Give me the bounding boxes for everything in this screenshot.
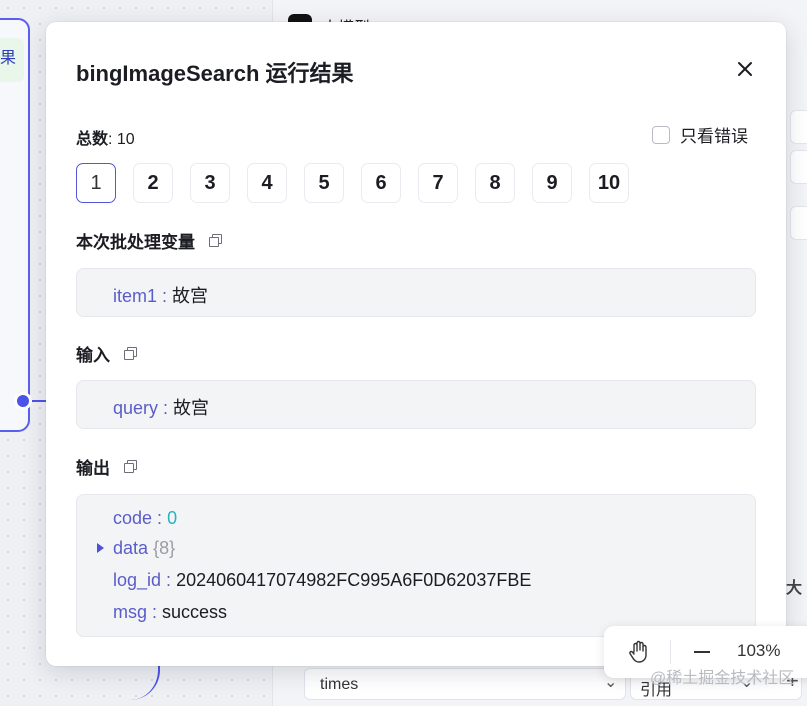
page-button-6[interactable]: 6 bbox=[361, 163, 401, 203]
kv-value: 故宫 bbox=[172, 286, 209, 306]
kv-key: item1 bbox=[113, 286, 158, 306]
output-data-row[interactable]: data {8} bbox=[113, 538, 175, 559]
page-button-1[interactable]: 1 bbox=[76, 163, 116, 203]
kv-row: item1 : 故宫 bbox=[113, 286, 209, 306]
errors-only-checkbox[interactable] bbox=[652, 125, 670, 144]
background-field bbox=[790, 206, 807, 240]
node-title-fragment: 果 bbox=[0, 50, 17, 67]
hand-pan-icon[interactable] bbox=[628, 640, 650, 664]
batch-vars-label: 本次批处理变量 bbox=[76, 233, 195, 252]
divider bbox=[670, 640, 671, 664]
close-button[interactable] bbox=[732, 56, 758, 82]
page-button-7[interactable]: 7 bbox=[418, 163, 458, 203]
kv-row: query : 故宫 bbox=[113, 398, 210, 418]
connector-line bbox=[32, 400, 46, 402]
run-result-dialog: bingImageSearch 运行结果 总数: 10 只看错误 1 2 3 4… bbox=[46, 22, 786, 666]
total-count: 总数: 10 bbox=[76, 125, 135, 149]
page-button-2[interactable]: 2 bbox=[133, 163, 173, 203]
background-field bbox=[790, 150, 807, 184]
page-button-8[interactable]: 8 bbox=[475, 163, 515, 203]
batch-pager: 1 2 3 4 5 6 7 8 9 10 bbox=[76, 163, 629, 203]
node-port[interactable] bbox=[14, 392, 32, 410]
kv-value: success bbox=[162, 602, 228, 622]
input-heading: 输入 bbox=[76, 341, 138, 366]
dialog-title: bingImageSearch 运行结果 bbox=[76, 61, 354, 86]
copy-icon[interactable] bbox=[209, 233, 223, 248]
total-label: 总数 bbox=[76, 131, 109, 148]
zoom-level[interactable]: 103% bbox=[737, 641, 780, 661]
kv-value: 2024060417074982FC995A6F0D62037FBE bbox=[176, 570, 532, 590]
total-value: : 10 bbox=[108, 131, 135, 148]
page-button-10[interactable]: 10 bbox=[589, 163, 629, 203]
page-button-9[interactable]: 9 bbox=[532, 163, 572, 203]
page-button-4[interactable]: 4 bbox=[247, 163, 287, 203]
batch-vars-heading: 本次批处理变量 bbox=[76, 228, 223, 253]
copy-icon[interactable] bbox=[124, 346, 138, 361]
close-icon bbox=[738, 62, 752, 76]
page-button-3[interactable]: 3 bbox=[190, 163, 230, 203]
batch-vars-box: item1 : 故宫 bbox=[76, 268, 756, 317]
kv-key: code bbox=[113, 508, 153, 528]
times-label: times bbox=[320, 676, 359, 693]
input-box: query : 故宫 bbox=[76, 380, 756, 429]
kv-key: data bbox=[113, 538, 149, 558]
errors-only-toggle[interactable]: 只看错误 bbox=[652, 122, 748, 147]
kv-key: msg bbox=[113, 602, 148, 622]
output-log-row: log_id : 2024060417074982FC995A6F0D62037… bbox=[113, 570, 532, 590]
kv-key: log_id bbox=[113, 570, 162, 590]
data-count: {8} bbox=[153, 538, 176, 558]
kv-key: query bbox=[113, 398, 159, 418]
background-field bbox=[790, 110, 807, 144]
kv-value: 0 bbox=[167, 508, 178, 528]
kv-value: 故宫 bbox=[173, 398, 210, 418]
output-box: code : 0 data {8} log_id : 2024060417074… bbox=[76, 494, 756, 637]
background-label: 大 bbox=[786, 580, 803, 597]
output-heading: 输出 bbox=[76, 454, 138, 479]
output-code-row: code : 0 bbox=[113, 508, 178, 528]
expand-caret-icon[interactable] bbox=[97, 543, 104, 553]
copy-icon[interactable] bbox=[124, 459, 138, 474]
page-button-5[interactable]: 5 bbox=[304, 163, 344, 203]
watermark: @稀土掘金技术社区 bbox=[650, 670, 795, 687]
input-label: 输入 bbox=[76, 346, 110, 365]
zoom-out-button[interactable] bbox=[694, 651, 710, 653]
output-msg-row: msg : success bbox=[113, 602, 228, 622]
output-label: 输出 bbox=[76, 459, 110, 478]
errors-only-label: 只看错误 bbox=[680, 127, 748, 146]
